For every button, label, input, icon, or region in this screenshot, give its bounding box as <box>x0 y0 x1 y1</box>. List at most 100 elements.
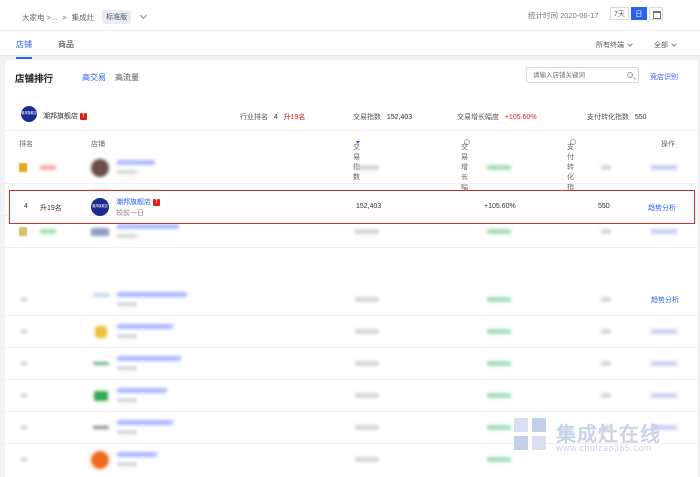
col-trade[interactable]: 交易指数 <box>353 139 360 181</box>
search-icon[interactable] <box>627 72 633 78</box>
blurred-rank-change <box>40 229 56 234</box>
blurred-trade <box>355 297 379 302</box>
col-conversion: 支付转化指数 <box>567 139 576 201</box>
scope-filter-label: 全部 <box>654 42 668 49</box>
blurred-growth <box>487 393 511 398</box>
table-row <box>5 348 697 380</box>
blurred-shop-name[interactable] <box>117 160 155 165</box>
breadcrumb-item-current[interactable]: 集成灶 <box>72 12 95 23</box>
blurred-shop-name[interactable] <box>117 292 187 297</box>
blurred-shop-name[interactable] <box>117 356 181 361</box>
row-rank-change: 升19名 <box>40 205 62 212</box>
medal-icon <box>19 227 27 236</box>
blurred-shop-name[interactable] <box>117 388 167 393</box>
tab-bar: 店铺 商品 所有终端 全部 <box>0 30 700 59</box>
shop-logo: 潮邦旗舰店 <box>21 106 37 122</box>
blurred-trade <box>355 329 379 334</box>
row-rank: 4 <box>24 203 28 210</box>
blurred-growth <box>487 361 511 366</box>
subtab-high-traffic[interactable]: 高流量 <box>115 72 139 83</box>
blurred-rank <box>21 457 27 462</box>
summary-shop-name[interactable]: 潮邦旗舰店 T <box>43 111 87 121</box>
blurred-logo <box>93 362 109 365</box>
avatar <box>94 391 108 401</box>
search-input[interactable] <box>533 68 623 82</box>
blurred-trade <box>355 393 379 398</box>
blurred-sub <box>117 462 137 466</box>
subtab-high-trade[interactable]: 高交易 <box>82 72 106 83</box>
blurred-sub <box>117 302 137 306</box>
blurred-action[interactable] <box>651 229 677 234</box>
highlighted-shop-row: 4 升19名 潮邦旗舰店 潮邦旗舰店 T 较前一日 152,403 +105.60… <box>9 190 695 224</box>
period-selector: 7天 日 <box>610 7 663 20</box>
blurred-sub <box>117 234 137 238</box>
blurred-logo <box>93 293 109 297</box>
trade-label: 交易指数 <box>353 114 381 121</box>
rank-change: 升19名 <box>283 114 306 121</box>
avatar <box>91 451 109 469</box>
blurred-sub <box>117 398 137 402</box>
row-shop-name-text: 潮邦旗舰店 <box>116 199 151 206</box>
trend-analysis-link[interactable]: 趋势分析 <box>651 295 679 305</box>
blurred-shop-name[interactable] <box>117 224 179 229</box>
trend-analysis-link[interactable]: 趋势分析 <box>648 203 676 213</box>
compete-identify-link[interactable]: 竞店识别 <box>650 72 678 82</box>
terminal-filter-label: 所有终端 <box>596 42 624 49</box>
conversion-value: 550 <box>634 114 647 121</box>
tab-shop[interactable]: 店铺 <box>16 39 32 59</box>
table-row: 趋势分析 <box>5 284 697 316</box>
col-shop: 店铺 <box>91 141 105 148</box>
shop-search[interactable] <box>526 67 639 83</box>
summary-trade: 交易指数 152,403 <box>353 112 412 122</box>
row-shop-logo: 潮邦旗舰店 <box>91 198 109 216</box>
growth-value: +105.60% <box>504 114 537 121</box>
calendar-icon[interactable] <box>648 7 663 20</box>
table-row <box>5 152 697 184</box>
terminal-filter[interactable]: 所有终端 <box>596 40 633 50</box>
breadcrumb-item-category[interactable]: 大家电 >... <box>22 12 57 23</box>
blurred-rank <box>21 297 27 302</box>
row-trade: 152,403 <box>356 203 382 210</box>
period-7d-button[interactable]: 7天 <box>610 7 629 20</box>
row-shop-name[interactable]: 潮邦旗舰店 T <box>116 197 160 207</box>
blurred-trade <box>355 425 379 430</box>
period-day-button[interactable]: 日 <box>630 7 647 20</box>
tmall-icon: T <box>153 198 160 206</box>
blurred-growth <box>487 425 511 430</box>
medal-icon <box>19 163 27 172</box>
blurred-shop-name[interactable] <box>117 420 173 425</box>
blurred-rank <box>21 425 27 430</box>
tab-product[interactable]: 商品 <box>58 39 74 50</box>
blurred-rank <box>21 329 27 334</box>
blurred-growth <box>487 297 511 302</box>
blurred-rank <box>21 393 27 398</box>
breadcrumb-separator: > <box>62 12 67 22</box>
blurred-shop-name[interactable] <box>117 452 157 457</box>
rank-label: 行业排名 <box>240 114 268 121</box>
shop-ranking-panel: 店铺排行 高交易 高流量 竞店识别 潮邦旗舰店 潮邦旗舰店T 行业排名 4 升1… <box>5 60 697 477</box>
scope-filter[interactable]: 全部 <box>654 40 677 50</box>
summary-conversion: 支付转化指数 550 <box>587 112 647 122</box>
blurred-action[interactable] <box>651 361 677 366</box>
chevron-down-icon <box>671 40 677 47</box>
blurred-trade <box>355 457 379 462</box>
blurred-growth <box>487 165 511 170</box>
blurred-action[interactable] <box>651 393 677 398</box>
row-conversion: 550 <box>598 203 610 210</box>
conversion-label: 支付转化指数 <box>587 114 629 121</box>
blurred-logo <box>93 426 109 429</box>
edition-badge: 标准版 <box>102 10 132 24</box>
table-header: 排名 店铺 交易指数 交易增长幅度 支付转化指数 操作 <box>5 136 697 201</box>
blurred-shop-name[interactable] <box>117 324 173 329</box>
blurred-action[interactable] <box>651 329 677 334</box>
watermark-logo-icon <box>514 418 546 450</box>
blurred-action[interactable] <box>651 165 677 170</box>
chevron-down-icon[interactable] <box>140 11 148 20</box>
blurred-conversion <box>601 229 611 234</box>
avatar <box>95 326 107 338</box>
summary-rank: 行业排名 4 升19名 <box>240 112 305 122</box>
row-growth: +105.60% <box>484 203 516 210</box>
blurred-sub <box>117 430 137 434</box>
trade-value: 152,403 <box>386 114 413 121</box>
col-rank: 排名 <box>19 141 33 148</box>
